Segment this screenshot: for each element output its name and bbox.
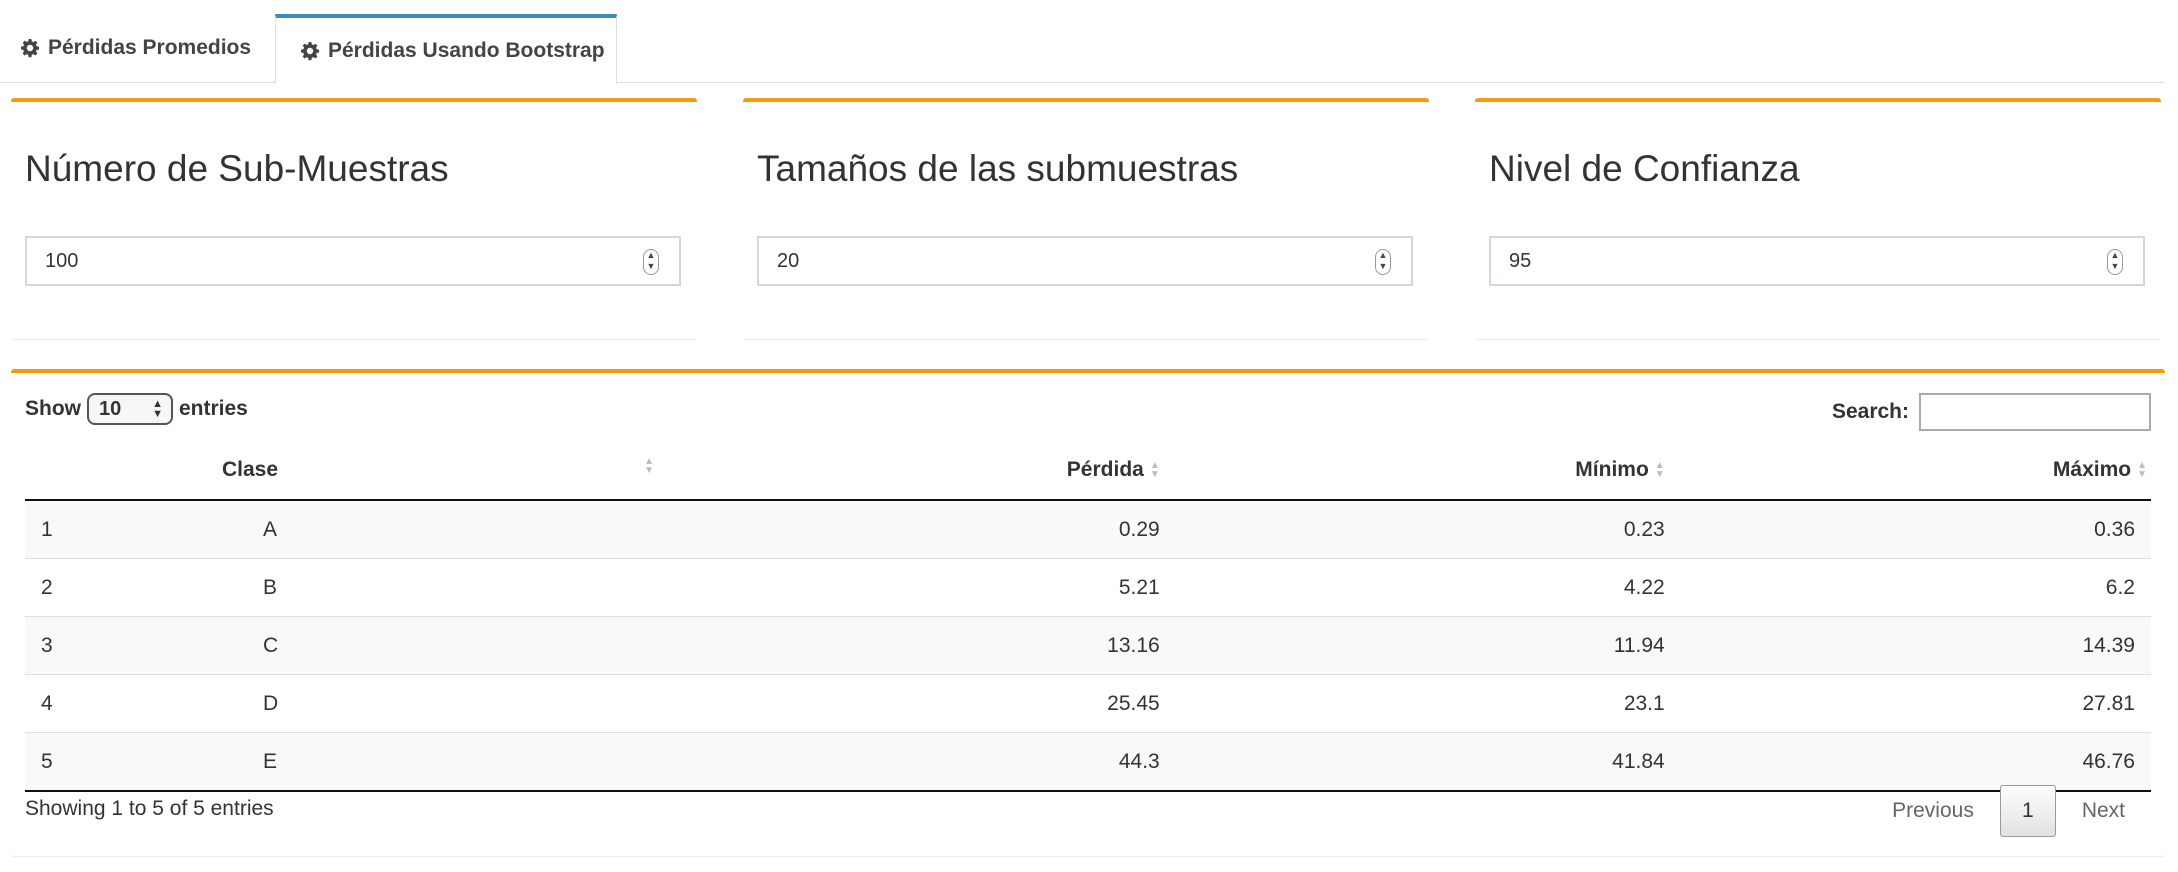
table-row: 1 A 0.29 0.23 0.36 — [25, 500, 2151, 559]
tab-label: Pérdidas Promedios — [48, 36, 252, 59]
table-cell: A — [262, 500, 654, 559]
previous-page-button[interactable]: Previous — [1866, 799, 2000, 823]
input-value: 100 — [45, 249, 79, 272]
subsamples-count-box: Número de Sub-Muestras 100 ▲ ▼ — [11, 98, 697, 339]
sort-icon: ▲ ▼ — [1654, 460, 1665, 481]
subsamples-count-input[interactable]: 100 ▲ ▼ — [25, 236, 681, 286]
subsample-size-title: Tamaños de las submuestras — [757, 148, 1239, 189]
table-cell: 11.94 — [1175, 616, 1681, 675]
table-row: 5 E 44.3 41.84 46.76 — [25, 732, 2151, 792]
page-length-control: Show 10 ▲ ▼ entries — [25, 393, 248, 425]
table-cell: 2 — [25, 558, 262, 617]
entries-label: entries — [179, 397, 248, 420]
column-header-label: Clase — [222, 458, 279, 481]
column-header-clase[interactable]: Clase ▲ ▼ — [222, 441, 654, 501]
table-cell: 41.84 — [1175, 732, 1681, 792]
table-cell: 4 — [25, 674, 262, 733]
column-header-label: Máximo — [2052, 458, 2132, 481]
show-label: Show — [25, 397, 81, 420]
subsamples-count-title: Número de Sub-Muestras — [25, 148, 449, 189]
table-cell: B — [262, 558, 654, 617]
column-header-maximo[interactable]: Máximo ▲ ▼ — [1680, 441, 2151, 501]
confidence-level-box: Nivel de Confianza 95 ▲ ▼ — [1475, 98, 2161, 339]
tab-perdidas-bootstrap[interactable]: Pérdidas Usando Bootstrap — [275, 14, 617, 84]
sort-icon: ▲ ▼ — [644, 456, 654, 476]
sort-icon: ▲ ▼ — [2137, 460, 2147, 481]
sort-icon: ▲ ▼ — [1149, 460, 1160, 481]
subsample-size-box: Tamaños de las submuestras 20 ▲ ▼ — [743, 98, 1429, 339]
tab-perdidas-promedios[interactable]: Pérdidas Promedios — [20, 14, 275, 82]
table-cell: 13.16 — [654, 616, 1176, 675]
table-cell: 6.2 — [1680, 558, 2151, 617]
search-label: Search: — [1831, 400, 1909, 423]
page-length-select[interactable]: 10 ▲ ▼ — [87, 393, 173, 425]
tab-label: Pérdidas Usando Bootstrap — [328, 39, 605, 62]
next-page-button[interactable]: Next — [2056, 799, 2151, 823]
pagination: Previous 1 Next — [1866, 785, 2151, 837]
select-arrows-icon: ▲ ▼ — [152, 398, 163, 420]
tab-bar: Pérdidas Promedios Pérdidas Usando Boots… — [0, 14, 2165, 84]
table-cell: 0.36 — [1680, 500, 2151, 559]
results-table-box: Show 10 ▲ ▼ entries Search: Clase ▲ ▼ Pérd… — [11, 369, 2165, 856]
page-1-button[interactable]: 1 — [1999, 785, 2056, 837]
gear-icon — [20, 38, 40, 58]
table-cell: 5.21 — [654, 558, 1176, 617]
number-spinner-icon[interactable]: ▲ ▼ — [2107, 249, 2123, 275]
column-header-label: Pérdida — [1066, 458, 1144, 481]
table-cell: 27.81 — [1680, 674, 2151, 733]
table-cell: 0.29 — [654, 500, 1176, 559]
table-row: 4 D 25.45 23.1 27.81 — [25, 674, 2151, 733]
gear-icon — [300, 41, 320, 61]
table-cell: 3 — [25, 616, 262, 675]
table-cell: 14.39 — [1680, 616, 2151, 675]
table-cell: 25.45 — [654, 674, 1176, 733]
column-header-label: Mínimo — [1575, 458, 1649, 481]
table-cell: 0.23 — [1175, 500, 1681, 559]
page-length-value: 10 — [99, 397, 122, 420]
table-row: 3 C 13.16 11.94 14.39 — [25, 616, 2151, 675]
number-spinner-icon[interactable]: ▲ ▼ — [643, 249, 659, 275]
results-table: Clase ▲ ▼ Pérdida ▲ ▼ Mínimo ▲ ▼ Máximo ▲ ▼ 1 A… — [25, 441, 2151, 792]
table-row: 2 B 5.21 4.22 6.2 — [25, 558, 2151, 617]
input-value: 95 — [1509, 249, 1532, 272]
confidence-level-input[interactable]: 95 ▲ ▼ — [1489, 236, 2145, 286]
search-input[interactable] — [1919, 393, 2151, 431]
table-cell: 46.76 — [1680, 732, 2151, 792]
table-cell: D — [262, 674, 654, 733]
table-info: Showing 1 to 5 of 5 entries — [25, 797, 274, 820]
table-cell: C — [262, 616, 654, 675]
input-value: 20 — [777, 249, 800, 272]
table-cell: E — [262, 732, 654, 792]
table-cell: 5 — [25, 732, 262, 792]
number-spinner-icon[interactable]: ▲ ▼ — [1375, 249, 1391, 275]
table-cell: 1 — [25, 500, 262, 559]
confidence-level-title: Nivel de Confianza — [1489, 148, 1800, 189]
search-control: Search: — [1832, 393, 2151, 431]
table-cell: 4.22 — [1175, 558, 1681, 617]
table-cell: 44.3 — [654, 732, 1176, 792]
column-header-perdida[interactable]: Pérdida ▲ ▼ — [654, 441, 1176, 501]
table-cell: 23.1 — [1175, 674, 1681, 733]
subsample-size-input[interactable]: 20 ▲ ▼ — [757, 236, 1413, 286]
column-header-minimo[interactable]: Mínimo ▲ ▼ — [1175, 441, 1681, 501]
